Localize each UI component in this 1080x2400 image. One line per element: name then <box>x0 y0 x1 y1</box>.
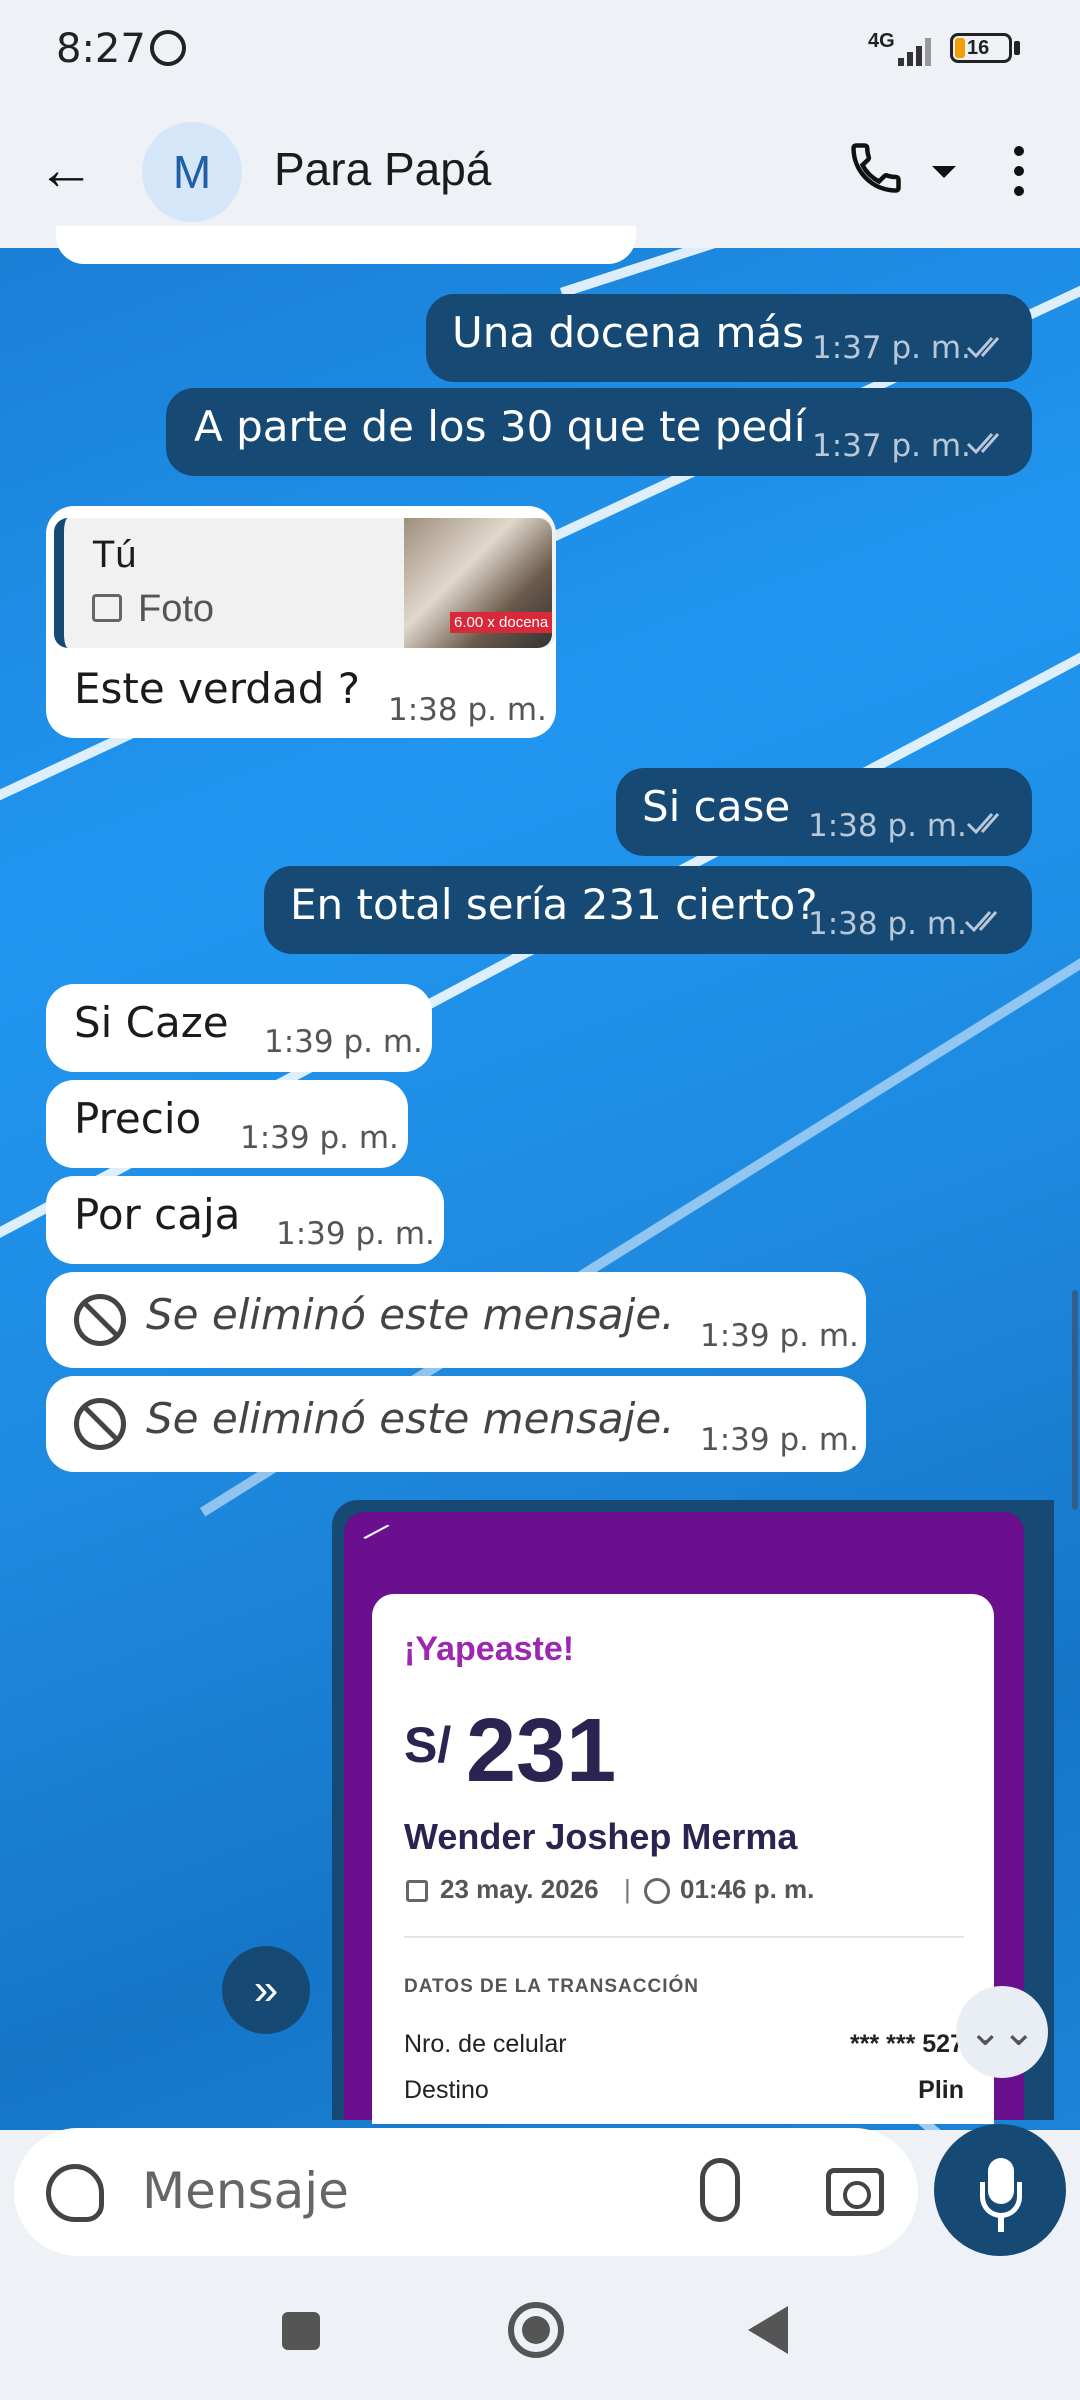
receipt-recipient: Wender Joshep Merma <box>404 1816 798 1857</box>
message-time: 1:38 p. m. <box>808 906 967 942</box>
message-bubble[interactable]: Precio 1:39 p. m. <box>46 1080 408 1168</box>
deleted-icon <box>74 1294 126 1346</box>
receipt-divider <box>404 1936 964 1938</box>
message-bubble[interactable]: Una docena más 1:37 p. m. <box>426 294 1032 382</box>
message-text: Este verdad ? <box>74 664 361 713</box>
battery-tip <box>1014 41 1020 55</box>
receipt-title: ¡Yapeaste! <box>404 1630 575 1668</box>
message-time: 1:39 p. m. <box>700 1318 859 1354</box>
image-icon <box>92 594 122 622</box>
message-time: 1:37 p. m. <box>812 428 971 464</box>
message-text: Por caja <box>74 1190 241 1239</box>
message-text: Una docena más <box>452 308 804 357</box>
receipt-amount: 231 <box>466 1701 617 1801</box>
message-bubble-partial <box>56 226 636 264</box>
message-bubble[interactable]: A parte de los 30 que te pedí 1:37 p. m. <box>166 388 1032 476</box>
message-time: 1:39 p. m. <box>700 1422 859 1458</box>
deleted-message-bubble[interactable]: Se eliminó este mensaje. 1:39 p. m. <box>46 1272 866 1368</box>
battery-icon: 16 <box>950 33 1012 63</box>
avatar[interactable]: M <box>142 122 242 222</box>
message-text: Se eliminó este mensaje. <box>146 1290 675 1339</box>
message-text: Precio <box>74 1094 202 1143</box>
receipt-currency: S/ <box>404 1717 452 1773</box>
dropdown-icon[interactable] <box>932 166 956 178</box>
message-time: 1:39 p. m. <box>264 1024 423 1060</box>
message-text: Si case <box>642 782 791 831</box>
message-text: Se eliminó este mensaje. <box>146 1394 675 1443</box>
deleted-icon <box>74 1398 126 1450</box>
whatsapp-icon <box>150 30 186 66</box>
receipt-date: 23 may. 2026 <box>440 1874 599 1904</box>
message-time: 1:38 p. m. <box>808 808 967 844</box>
message-bubble[interactable]: Por caja 1:39 p. m. <box>46 1176 444 1264</box>
sticker-icon[interactable] <box>46 2164 104 2222</box>
read-ticks-icon <box>966 813 1000 835</box>
message-text: En total sería 231 cierto? <box>290 880 818 929</box>
receipt-separator: | <box>624 1874 631 1904</box>
message-text: A parte de los 30 que te pedí <box>194 402 806 451</box>
read-ticks-icon <box>966 337 1000 359</box>
phone-icon[interactable] <box>846 138 906 198</box>
read-ticks-icon <box>966 433 1000 455</box>
message-time: 1:38 p. m. <box>388 692 547 728</box>
recent-apps-icon[interactable] <box>282 2312 320 2350</box>
message-text: Si Caze <box>74 998 229 1047</box>
quote-type: Foto <box>138 588 215 630</box>
calendar-icon <box>406 1880 428 1902</box>
message-time: 1:39 p. m. <box>240 1120 399 1156</box>
read-ticks-icon <box>964 911 998 933</box>
scroll-down-icon[interactable]: ⌄⌄ <box>956 1986 1048 2078</box>
receipt-row-value: Plin <box>918 2076 964 2104</box>
camera-icon[interactable] <box>826 2168 884 2216</box>
scrollbar[interactable] <box>1072 1290 1078 1510</box>
receipt-row-label: Destino <box>404 2076 489 2104</box>
signal-icon <box>898 36 934 66</box>
receipt-hour: 01:46 p. m. <box>680 1874 815 1904</box>
receipt-row-label: Nro. de celular <box>404 2030 567 2058</box>
quote-author: Tú <box>92 534 137 576</box>
message-bubble[interactable]: Si case 1:38 p. m. <box>616 768 1032 856</box>
quote-thumbnail-tag: 6.00 x docena <box>450 612 553 633</box>
mic-icon-foot <box>998 2216 1004 2232</box>
message-bubble[interactable]: En total sería 231 cierto? 1:38 p. m. <box>264 866 1032 954</box>
message-bubble[interactable]: Si Caze 1:39 p. m. <box>46 984 432 1072</box>
receipt-section-title: DATOS DE LA TRANSACCIÓN <box>404 1976 699 1997</box>
battery-level: 16 <box>967 37 990 59</box>
message-time: 1:37 p. m. <box>812 330 971 366</box>
network-type: 4G <box>868 30 895 52</box>
status-time: 8:27 <box>56 26 146 72</box>
back-arrow-icon[interactable]: ← <box>36 140 96 200</box>
status-bar: 8:27 4G 16 <box>0 0 1080 100</box>
attach-icon[interactable] <box>700 2158 740 2222</box>
more-options-icon[interactable] <box>1000 146 1038 198</box>
system-back-icon[interactable] <box>748 2306 788 2354</box>
message-input[interactable]: Mensaje <box>142 2162 349 2220</box>
message-time: 1:39 p. m. <box>276 1216 435 1252</box>
clock-icon <box>644 1878 670 1904</box>
receipt-row-value: *** *** 527 <box>850 2030 964 2058</box>
contact-name[interactable]: Para Papá <box>274 142 491 196</box>
home-icon[interactable] <box>508 2302 564 2358</box>
deleted-message-bubble[interactable]: Se eliminó este mensaje. 1:39 p. m. <box>46 1376 866 1472</box>
forward-icon[interactable]: » <box>222 1946 310 2034</box>
